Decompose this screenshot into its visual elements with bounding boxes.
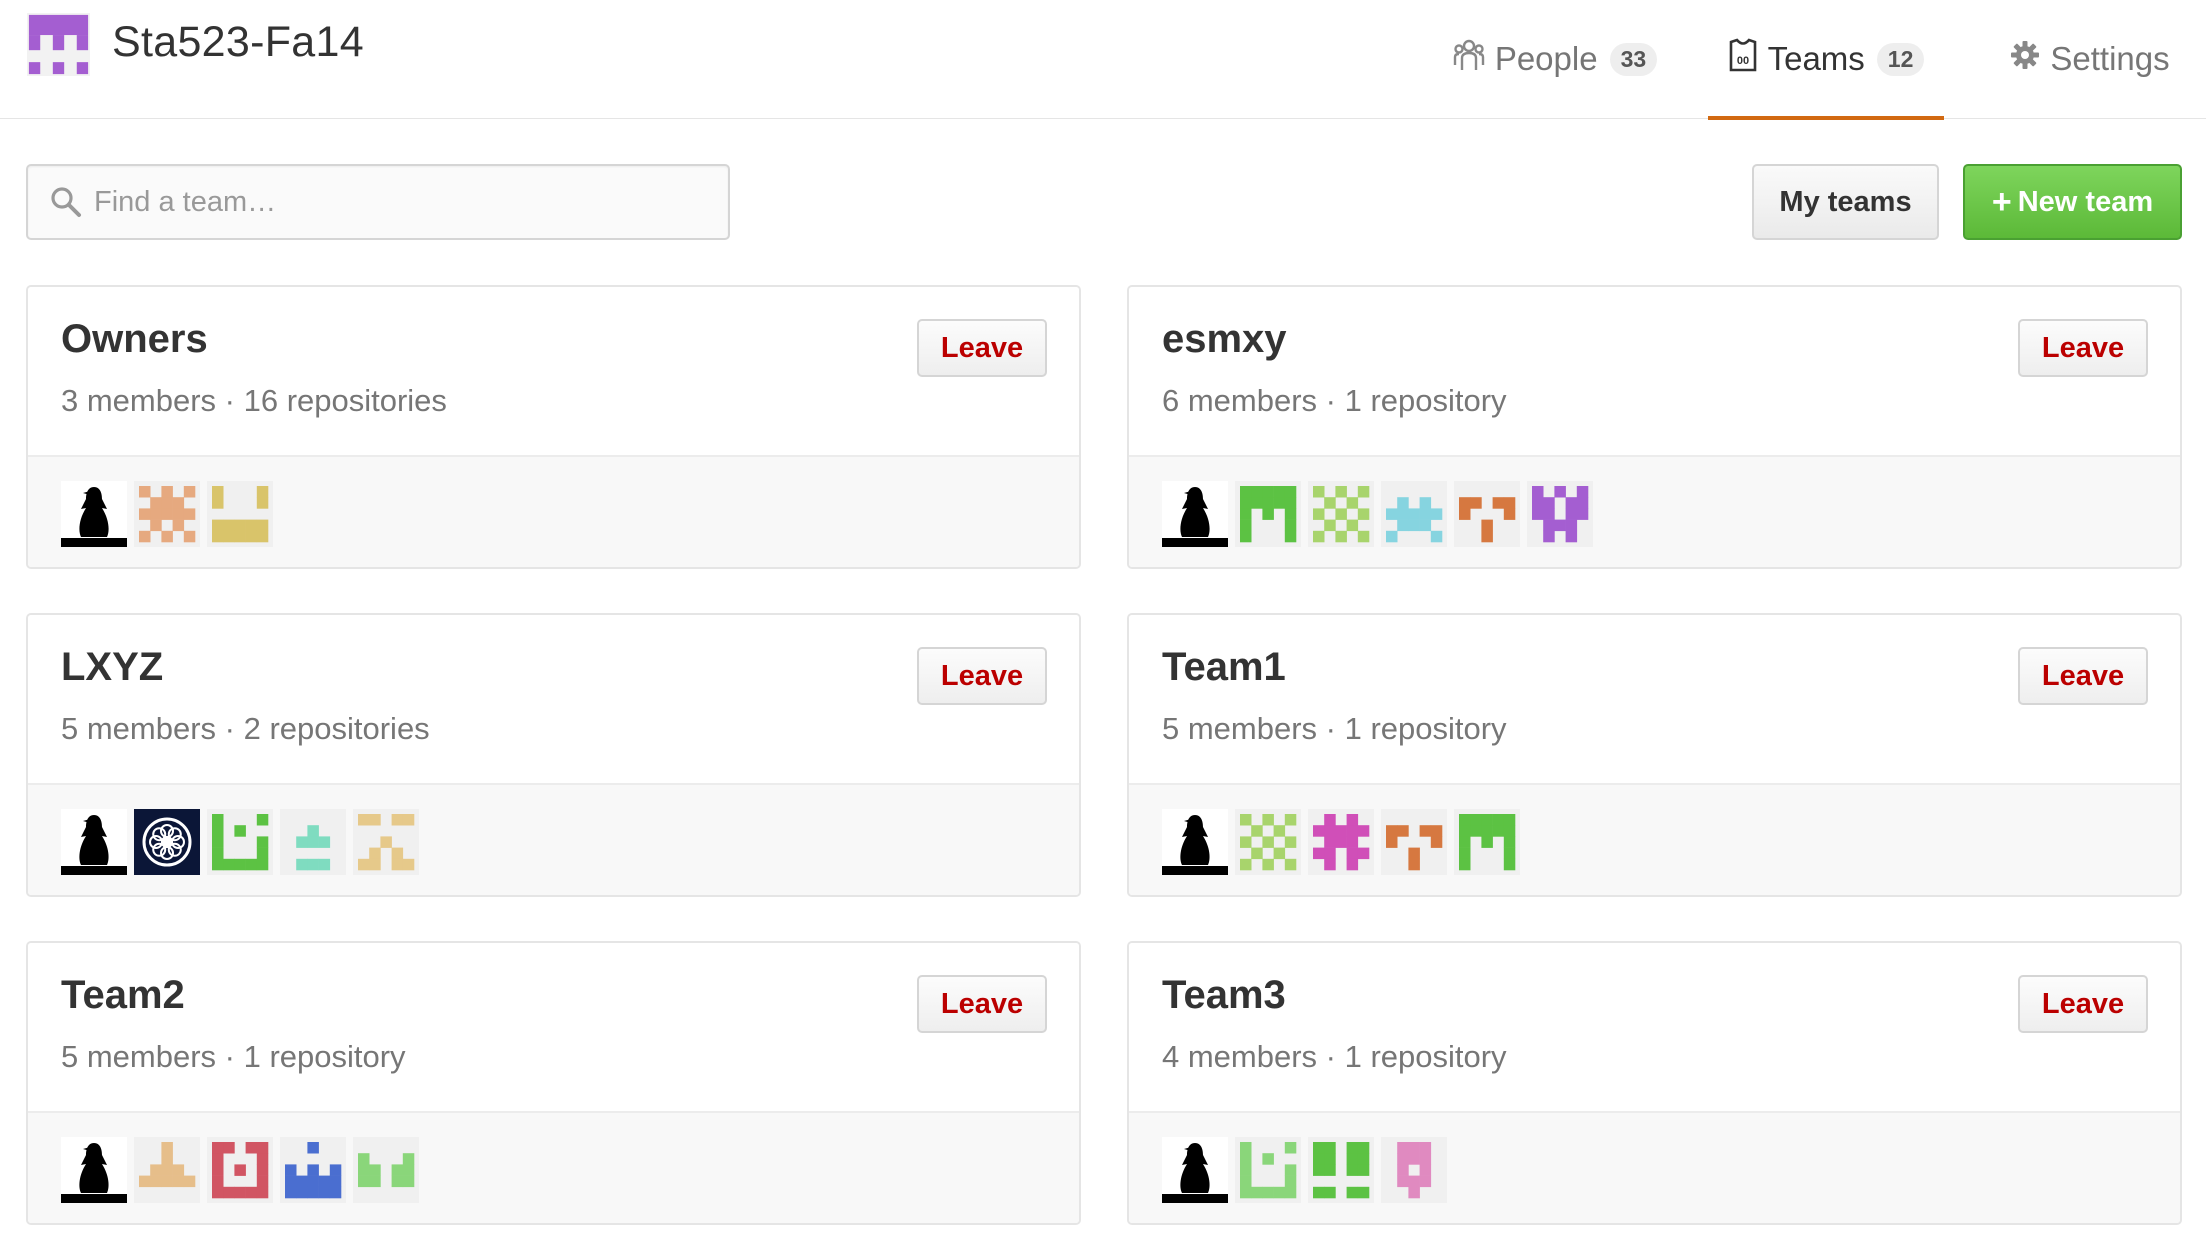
member-avatar-identicon-icon[interactable] — [1308, 809, 1374, 875]
org-header: Sta523-Fa14 People 33 00 Teams 12 Settin… — [0, 0, 2206, 120]
tab-people-label: People — [1494, 40, 1598, 77]
member-avatar-identicon-icon[interactable] — [280, 1137, 346, 1203]
gear-icon — [2010, 40, 2040, 78]
team-meta: 3 members · 16 repositories — [61, 383, 447, 418]
org-identicon-icon — [28, 14, 89, 75]
member-avatar-identicon-icon[interactable] — [207, 809, 273, 875]
search-icon — [50, 186, 82, 218]
member-avatar-emblem-icon[interactable] — [134, 809, 200, 875]
member-avatar-identicon-icon[interactable] — [134, 481, 200, 547]
tab-settings-label: Settings — [2050, 40, 2170, 77]
member-avatars — [1162, 481, 1593, 547]
team-meta: 6 members · 1 repository — [1162, 383, 1507, 418]
tab-teams[interactable]: 00 Teams 12 — [1708, 0, 1944, 120]
member-avatar-identicon-icon[interactable] — [1235, 481, 1301, 547]
leave-team-button[interactable]: Leave — [917, 975, 1047, 1033]
svg-text:00: 00 — [1736, 55, 1748, 67]
team-card: LXYZ 5 members · 2 repositories Leave — [26, 613, 1081, 897]
member-avatar-identicon-icon[interactable] — [1454, 809, 1520, 875]
team-meta: 4 members · 1 repository — [1162, 1039, 1507, 1074]
tab-people[interactable]: People 33 — [1440, 0, 1670, 118]
member-avatar-penguin-icon[interactable] — [61, 1137, 127, 1203]
member-avatar-identicon-icon[interactable] — [1235, 809, 1301, 875]
member-avatar-penguin-icon[interactable] — [1162, 1137, 1228, 1203]
member-avatar-identicon-icon[interactable] — [280, 809, 346, 875]
teams-count-badge: 12 — [1876, 42, 1925, 76]
member-avatar-identicon-icon[interactable] — [353, 1137, 419, 1203]
member-avatar-identicon-icon[interactable] — [1381, 481, 1447, 547]
my-teams-button[interactable]: My teams — [1752, 164, 1939, 240]
tab-settings[interactable]: Settings — [1992, 0, 2188, 118]
team-card: Team2 5 members · 1 repository Leave — [26, 941, 1081, 1225]
member-avatars — [61, 809, 419, 875]
team-meta: 5 members · 2 repositories — [61, 711, 430, 746]
member-avatar-identicon-icon[interactable] — [1308, 481, 1374, 547]
team-name[interactable]: esmxy — [1162, 317, 1287, 362]
member-avatar-penguin-icon[interactable] — [61, 481, 127, 547]
member-avatars — [61, 481, 273, 547]
member-avatar-penguin-icon[interactable] — [1162, 809, 1228, 875]
member-avatar-identicon-icon[interactable] — [1527, 481, 1593, 547]
member-avatar-identicon-icon[interactable] — [1381, 1137, 1447, 1203]
people-count-badge: 33 — [1609, 42, 1658, 76]
member-avatar-identicon-icon[interactable] — [207, 481, 273, 547]
team-name[interactable]: LXYZ — [61, 645, 163, 690]
plus-icon: + — [1991, 182, 2012, 221]
member-avatar-identicon-icon[interactable] — [207, 1137, 273, 1203]
member-avatar-identicon-icon[interactable] — [134, 1137, 200, 1203]
team-card: Team3 4 members · 1 repository Leave — [1127, 941, 2182, 1225]
team-meta: 5 members · 1 repository — [61, 1039, 406, 1074]
member-avatar-penguin-icon[interactable] — [1162, 481, 1228, 547]
member-avatars — [61, 1137, 419, 1203]
team-card: Owners 3 members · 16 repositories Leave — [26, 285, 1081, 569]
team-name[interactable]: Team1 — [1162, 645, 1286, 690]
leave-team-button[interactable]: Leave — [917, 319, 1047, 377]
team-name[interactable]: Team2 — [61, 973, 185, 1018]
team-card: esmxy 6 members · 1 repository Leave — [1127, 285, 2182, 569]
leave-team-button[interactable]: Leave — [2018, 647, 2148, 705]
leave-team-button[interactable]: Leave — [2018, 319, 2148, 377]
new-team-button[interactable]: + New team — [1963, 164, 2182, 240]
member-avatars — [1162, 1137, 1447, 1203]
org-name[interactable]: Sta523-Fa14 — [112, 18, 364, 67]
organization-icon — [1453, 38, 1485, 80]
tab-teams-label: Teams — [1767, 40, 1865, 77]
team-name[interactable]: Owners — [61, 317, 208, 362]
member-avatar-identicon-icon[interactable] — [1454, 481, 1520, 547]
member-avatar-identicon-icon[interactable] — [1381, 809, 1447, 875]
team-card: Team1 5 members · 1 repository Leave — [1127, 613, 2182, 897]
new-team-label: New team — [2017, 185, 2154, 218]
member-avatars — [1162, 809, 1520, 875]
leave-team-button[interactable]: Leave — [2018, 975, 2148, 1033]
member-avatar-identicon-icon[interactable] — [1308, 1137, 1374, 1203]
team-search-box[interactable] — [26, 164, 730, 240]
member-avatar-identicon-icon[interactable] — [353, 809, 419, 875]
team-meta: 5 members · 1 repository — [1162, 711, 1507, 746]
member-avatar-identicon-icon[interactable] — [1235, 1137, 1301, 1203]
team-search-input[interactable] — [94, 166, 714, 238]
member-avatar-penguin-icon[interactable] — [61, 809, 127, 875]
team-name[interactable]: Team3 — [1162, 973, 1286, 1018]
jersey-icon: 00 — [1728, 38, 1758, 80]
org-avatar[interactable] — [27, 13, 90, 76]
leave-team-button[interactable]: Leave — [917, 647, 1047, 705]
